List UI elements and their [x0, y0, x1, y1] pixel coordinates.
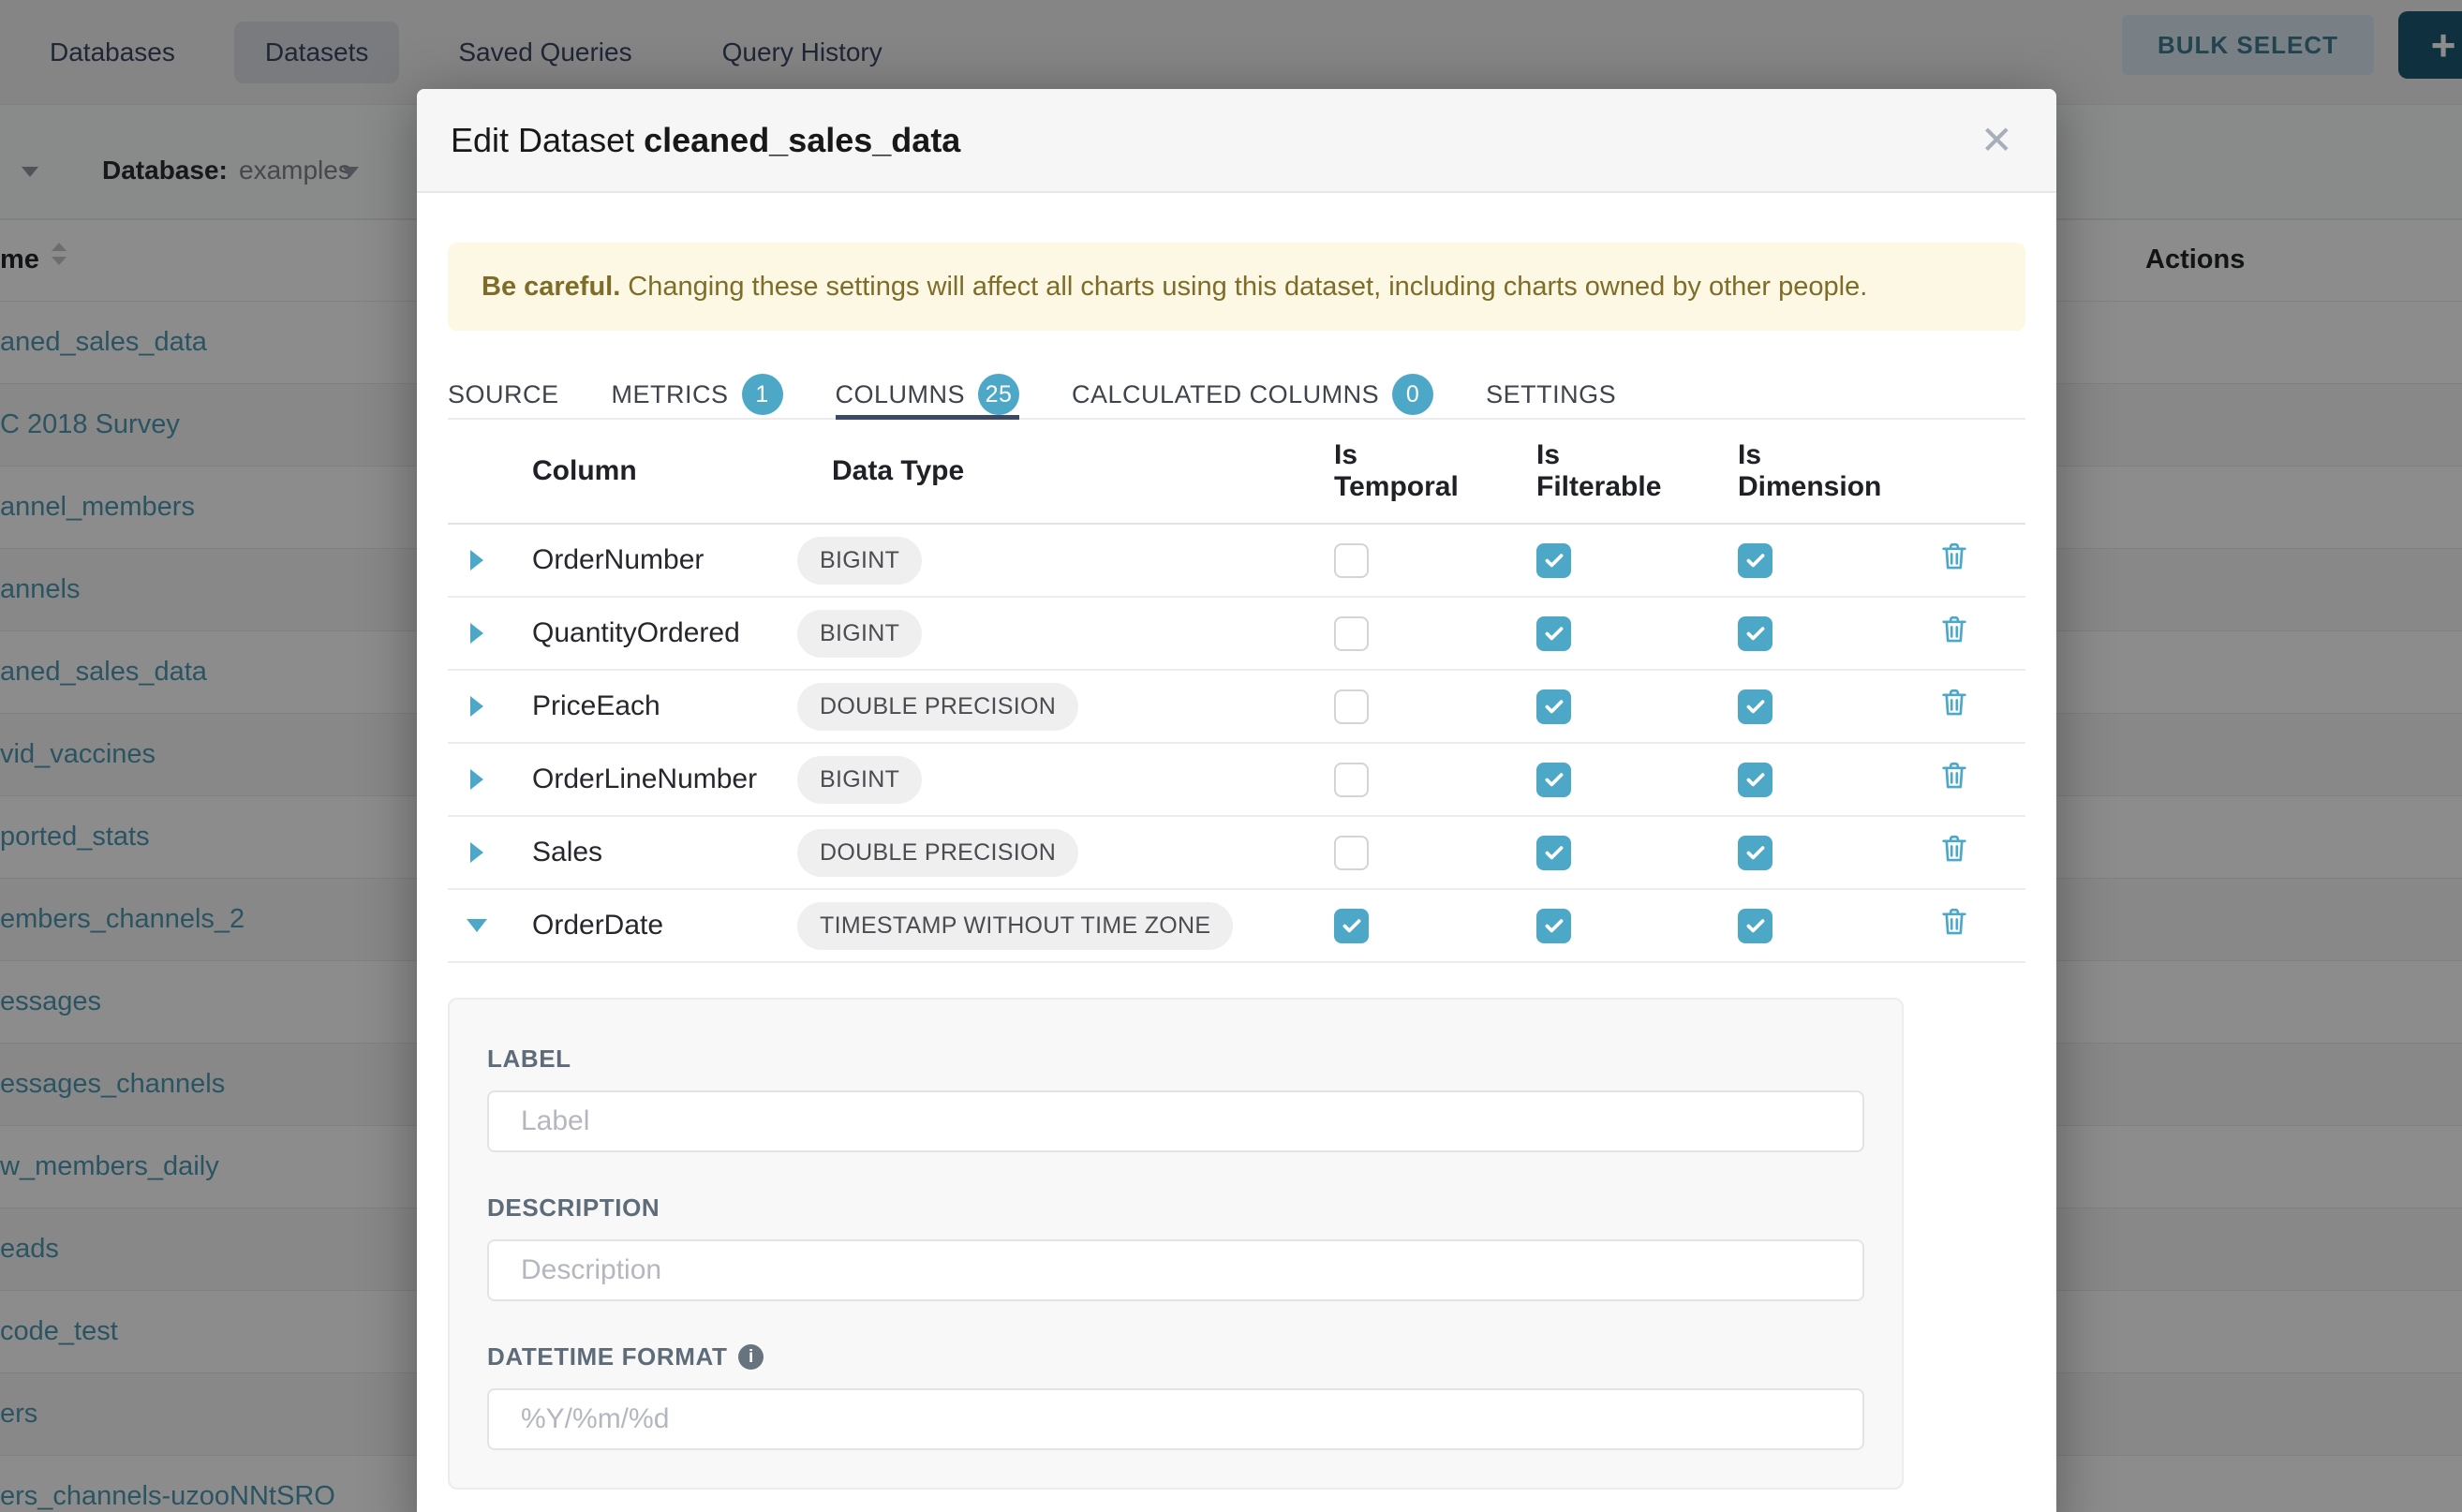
collapse-caret-icon[interactable]: [467, 919, 487, 932]
delete-column-trash-icon[interactable]: [1938, 906, 1970, 945]
is-temporal-checkbox-unchecked[interactable]: [1334, 616, 1369, 651]
is-filterable-checkbox-checked[interactable]: [1536, 543, 1571, 578]
columns-table-body: OrderNumber BIGINT QuantityOrdered BIGINT Pr…: [448, 525, 2025, 963]
description-input[interactable]: [487, 1239, 1864, 1301]
tab-count-badge: 1: [742, 374, 783, 415]
is-temporal-checkbox-unchecked[interactable]: [1334, 543, 1369, 578]
expand-caret-icon[interactable]: [470, 550, 483, 571]
is-filterable-header: Is Filterable: [1480, 439, 1682, 503]
column-row-sales: Sales DOUBLE PRECISION: [448, 817, 2025, 890]
expand-caret-icon[interactable]: [470, 769, 483, 790]
modal-title-dataset-name: cleaned_sales_data: [644, 121, 960, 159]
label-field: LABEL: [487, 1045, 1864, 1152]
data-type-pill: BIGINT: [797, 537, 922, 585]
label-input[interactable]: [487, 1090, 1864, 1152]
close-icon[interactable]: ✕: [1971, 117, 2023, 164]
warning-banner: Be careful. Changing these settings will…: [448, 243, 2025, 331]
expand-caret-icon[interactable]: [470, 696, 483, 717]
delete-column-trash-icon[interactable]: [1938, 614, 1970, 653]
data-type-pill: TIMESTAMP WITHOUT TIME ZONE: [797, 902, 1233, 950]
columns-table-header: Column Data Type Is Temporal Is Filterab…: [448, 420, 2025, 525]
data-type-header: Data Type: [778, 455, 1274, 487]
modal-title-prefix: Edit Dataset: [451, 121, 634, 159]
is-dimension-checkbox-checked[interactable]: [1738, 836, 1772, 870]
tab-label: SOURCE: [448, 380, 559, 409]
modal-body: Be careful. Changing these settings will…: [417, 243, 2056, 1490]
is-dimension-checkbox-checked[interactable]: [1738, 543, 1772, 578]
is-temporal-checkbox-unchecked[interactable]: [1334, 689, 1369, 724]
tab-settings[interactable]: SETTINGS: [1486, 371, 1616, 418]
warning-bold-text: Be careful.: [482, 272, 620, 303]
column-name: OrderDate: [506, 910, 778, 941]
column-name: Sales: [506, 837, 778, 868]
expand-caret-icon[interactable]: [470, 842, 483, 863]
tab-source[interactable]: SOURCE: [448, 371, 559, 418]
is-temporal-checkbox-unchecked[interactable]: [1334, 836, 1369, 870]
is-dimension-checkbox-checked[interactable]: [1738, 763, 1772, 797]
tab-label: SETTINGS: [1486, 380, 1616, 409]
is-dimension-checkbox-checked[interactable]: [1738, 616, 1772, 651]
modal-tabs: SOURCE METRICS 1 COLUMNS 25 CALCULATED COLUMN…: [448, 371, 2025, 420]
delete-column-trash-icon[interactable]: [1938, 687, 1970, 726]
column-header: Column: [506, 455, 778, 487]
column-name: OrderLineNumber: [506, 763, 778, 795]
datetime-format-input[interactable]: [487, 1388, 1864, 1450]
data-type-pill: DOUBLE PRECISION: [797, 683, 1078, 731]
delete-column-trash-icon[interactable]: [1938, 541, 1970, 580]
tab-columns[interactable]: COLUMNS 25: [836, 371, 1020, 418]
description-field-label: DESCRIPTION: [487, 1193, 1864, 1223]
info-icon[interactable]: i: [738, 1344, 764, 1370]
data-type-pill: DOUBLE PRECISION: [797, 829, 1078, 877]
datetime-format-field-label: DATETIME FORMAT i: [487, 1342, 1864, 1371]
column-row-quantityordered: QuantityOrdered BIGINT: [448, 598, 2025, 671]
datetime-format-label-text: DATETIME FORMAT: [487, 1342, 727, 1371]
column-editor-panel: LABEL DESCRIPTION DATETIME FORMAT i: [448, 998, 1904, 1490]
expand-caret-icon[interactable]: [470, 623, 483, 644]
description-field: DESCRIPTION: [487, 1193, 1864, 1301]
tab-calculated-columns[interactable]: CALCULATED COLUMNS 0: [1072, 371, 1433, 418]
tab-label: CALCULATED COLUMNS: [1072, 380, 1379, 409]
tab-label: METRICS: [612, 380, 729, 409]
column-row-orderdate: OrderDate TIMESTAMP WITHOUT TIME ZONE: [448, 890, 2025, 963]
column-row-ordernumber: OrderNumber BIGINT: [448, 525, 2025, 598]
is-temporal-checkbox-checked[interactable]: [1334, 909, 1369, 943]
modal-title: Edit Dataset cleaned_sales_data: [451, 121, 960, 160]
edit-dataset-modal: Edit Dataset cleaned_sales_data ✕ Be care…: [417, 89, 2056, 1512]
delete-column-trash-icon[interactable]: [1938, 760, 1970, 799]
is-dimension-checkbox-checked[interactable]: [1738, 689, 1772, 724]
is-filterable-checkbox-checked[interactable]: [1536, 689, 1571, 724]
tab-label: COLUMNS: [836, 380, 966, 409]
is-filterable-checkbox-checked[interactable]: [1536, 763, 1571, 797]
warning-text: Changing these settings will affect all …: [628, 272, 1867, 303]
is-dimension-checkbox-checked[interactable]: [1738, 909, 1772, 943]
column-row-orderlinenumber: OrderLineNumber BIGINT: [448, 744, 2025, 817]
label-field-label: LABEL: [487, 1045, 1864, 1074]
column-name: PriceEach: [506, 690, 778, 722]
column-name: OrderNumber: [506, 544, 778, 576]
is-dimension-header: Is Dimension: [1682, 439, 1883, 503]
data-type-pill: BIGINT: [797, 756, 922, 804]
is-temporal-checkbox-unchecked[interactable]: [1334, 763, 1369, 797]
is-filterable-checkbox-checked[interactable]: [1536, 616, 1571, 651]
data-type-pill: BIGINT: [797, 610, 922, 658]
modal-header: Edit Dataset cleaned_sales_data ✕: [417, 89, 2056, 193]
tab-count-badge: 25: [978, 374, 1019, 415]
is-filterable-checkbox-checked[interactable]: [1536, 836, 1571, 870]
column-name: QuantityOrdered: [506, 617, 778, 649]
tab-count-badge: 0: [1392, 374, 1433, 415]
datetime-format-field: DATETIME FORMAT i: [487, 1342, 1864, 1450]
column-row-priceeach: PriceEach DOUBLE PRECISION: [448, 671, 2025, 744]
delete-column-trash-icon[interactable]: [1938, 833, 1970, 872]
is-temporal-header: Is Temporal: [1274, 439, 1480, 503]
tab-metrics[interactable]: METRICS 1: [612, 371, 783, 418]
is-filterable-checkbox-checked[interactable]: [1536, 909, 1571, 943]
